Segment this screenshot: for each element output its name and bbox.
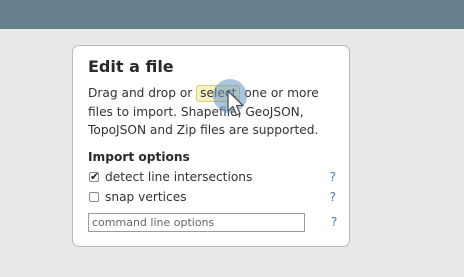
dialog-title: Edit a file [88, 57, 174, 76]
detect-intersections-label: detect line intersections [105, 170, 253, 184]
detect-intersections-checkbox[interactable]: ✔ [89, 170, 100, 183]
snap-vertices-label: snap vertices [105, 190, 187, 204]
command-line-options-input[interactable] [88, 213, 305, 232]
snap-vertices-checkbox[interactable] [89, 192, 99, 202]
detect-intersections-help-link[interactable]: ? [330, 170, 336, 184]
select-files-button[interactable]: select [196, 85, 241, 102]
option-snap-vertices[interactable]: snap vertices ? [88, 189, 336, 207]
import-options-heading: Import options [88, 150, 190, 164]
command-line-help-link[interactable]: ? [331, 215, 337, 229]
import-dialog: Edit a file Drag and drop or select one … [72, 45, 350, 247]
check-icon: ✔ [90, 170, 100, 183]
option-detect-line-intersections[interactable]: ✔ detect line intersections ? [88, 169, 336, 187]
header-bar [0, 0, 464, 29]
import-description: Drag and drop or select one or more file… [88, 84, 346, 140]
description-text-before: Drag and drop or [88, 86, 197, 100]
snap-vertices-help-link[interactable]: ? [330, 190, 336, 204]
